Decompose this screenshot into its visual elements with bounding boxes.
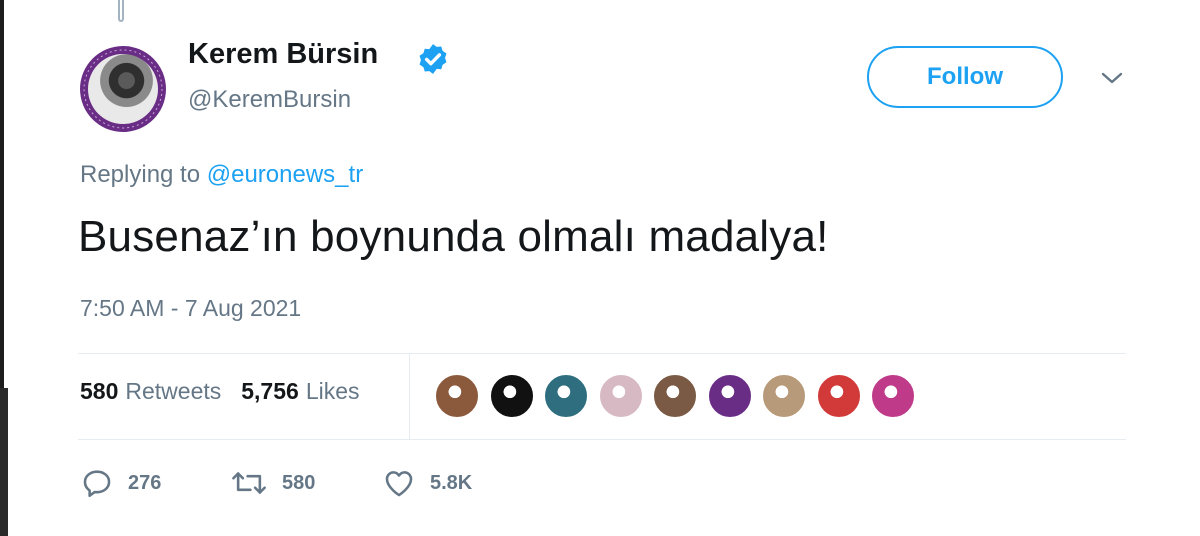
- liker-avatar-4[interactable]: [597, 373, 644, 419]
- divider: [78, 353, 1126, 354]
- author-display-name[interactable]: Kerem Bürsin: [188, 38, 378, 71]
- like-count: 5.8K: [430, 471, 473, 494]
- author-handle[interactable]: @KeremBursin: [188, 86, 351, 114]
- likes-stat[interactable]: 5,756 Likes: [241, 378, 359, 405]
- liker-avatar-6[interactable]: [706, 373, 753, 419]
- retweet-action[interactable]: 580: [230, 463, 315, 503]
- window-edge-lower: [0, 388, 8, 536]
- likes-label: Likes: [305, 378, 360, 404]
- tweet-text: Busenaz’ın boynunda olmalı madalya!: [78, 212, 829, 261]
- liker-avatar-3[interactable]: [543, 373, 589, 419]
- replying-to-label: Replying to: [80, 161, 201, 188]
- liker-avatars: [434, 373, 925, 419]
- liker-avatar-2[interactable]: [488, 373, 535, 419]
- liker-avatar-8[interactable]: [815, 373, 862, 419]
- replying-to-line: Replying to @euronews_tr: [80, 161, 363, 189]
- liker-avatar-9[interactable]: [870, 373, 916, 419]
- engagement-stats: 580 Retweets 5,756 Likes: [80, 378, 360, 405]
- tweet-timestamp[interactable]: 7:50 AM - 7 Aug 2021: [80, 295, 301, 322]
- avatar-ring-icon: [83, 49, 163, 129]
- thread-connector: [118, 0, 124, 22]
- likes-count: 5,756: [241, 378, 299, 404]
- liker-avatar-1[interactable]: [434, 373, 480, 419]
- chevron-down-icon[interactable]: [1099, 68, 1125, 88]
- retweets-label: Retweets: [125, 378, 222, 404]
- reply-to-handle-link[interactable]: @euronews_tr: [207, 161, 363, 188]
- verified-badge-icon: [419, 44, 447, 74]
- divider: [78, 439, 1126, 440]
- reply-icon: [83, 470, 111, 498]
- follow-button[interactable]: Follow: [867, 46, 1063, 108]
- retweets-stat[interactable]: 580 Retweets: [80, 378, 221, 405]
- divider: [409, 354, 410, 439]
- retweet-icon: [232, 472, 266, 494]
- reply-count: 276: [128, 471, 162, 494]
- retweet-count: 580: [282, 471, 316, 494]
- retweets-count: 580: [80, 378, 119, 404]
- like-action[interactable]: 5.8K: [382, 463, 472, 503]
- heart-icon: [385, 471, 413, 497]
- author-avatar[interactable]: [80, 46, 166, 132]
- liker-avatar-5[interactable]: [652, 373, 698, 419]
- reply-action[interactable]: 276: [80, 463, 161, 503]
- liker-avatar-7[interactable]: [761, 373, 807, 419]
